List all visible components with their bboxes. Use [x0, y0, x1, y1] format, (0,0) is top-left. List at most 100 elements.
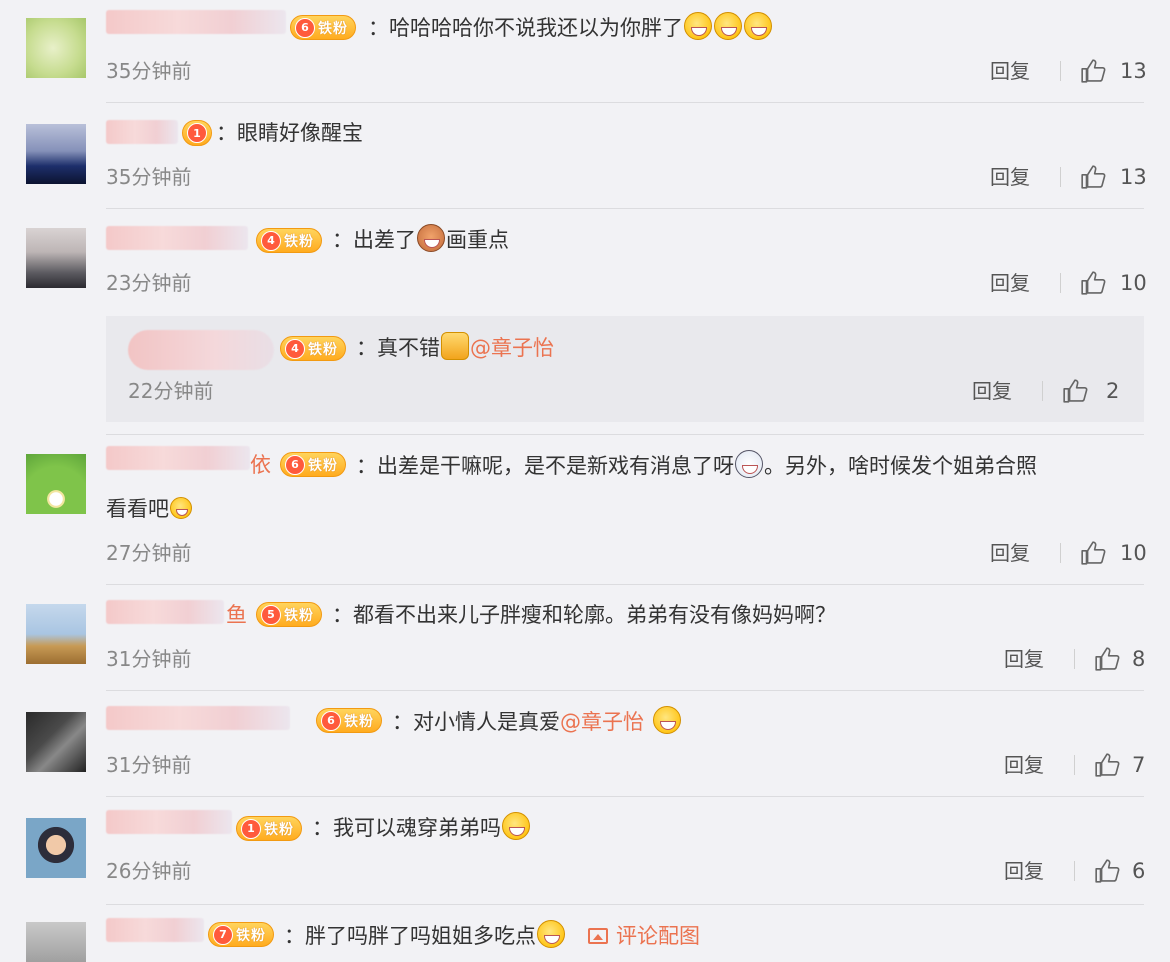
avatar[interactable] — [26, 604, 86, 664]
reply-button[interactable]: 回复 — [972, 378, 1012, 404]
username-blurred[interactable] — [106, 120, 178, 144]
thumbs-up-icon[interactable] — [1080, 58, 1106, 84]
like-count: 6 — [1132, 859, 1146, 883]
username-blurred[interactable] — [128, 330, 274, 370]
laugh-emoji-icon — [653, 706, 681, 734]
separator — [1060, 273, 1061, 293]
reply-button[interactable]: 回复 — [990, 270, 1030, 296]
heart-level-icon: 4 — [285, 338, 305, 359]
comment-text: ：都看不出来儿子胖瘦和轮廓。弟弟有没有像妈妈啊？ — [332, 603, 836, 627]
username-blurred[interactable] — [106, 600, 224, 624]
badge-label: 铁粉 — [236, 927, 266, 944]
reply-button[interactable]: 回复 — [1004, 858, 1044, 884]
fan-badge[interactable]: 6 铁粉 — [316, 708, 382, 733]
like-count: 8 — [1132, 647, 1146, 671]
fan-badge[interactable]: 1 — [182, 120, 212, 146]
divider — [106, 584, 1144, 585]
comment-time: 31分钟前 — [106, 753, 192, 777]
username-blurred[interactable] — [106, 446, 250, 470]
grin-emoji-icon — [537, 920, 565, 948]
grin-emoji-icon — [714, 12, 742, 40]
tom-cat-emoji-icon — [417, 224, 445, 252]
like-count: 13 — [1120, 165, 1147, 189]
divider — [106, 796, 1144, 797]
heart-level-icon: 5 — [261, 604, 281, 625]
comment-time: 26分钟前 — [106, 859, 192, 883]
grin-emoji-icon — [684, 12, 712, 40]
comment-time: 22分钟前 — [128, 379, 214, 403]
comment-text: ：对小情人是真爱@章子怡 — [392, 706, 682, 737]
thumbs-up-icon[interactable] — [1080, 540, 1106, 566]
avatar[interactable] — [26, 922, 86, 962]
thumbs-up-icon[interactable] — [1094, 646, 1120, 672]
separator — [1074, 649, 1075, 669]
heart-level-icon: 7 — [213, 924, 233, 945]
pic-comment-link[interactable]: 评论配图 — [588, 924, 700, 948]
divider — [106, 208, 1144, 209]
fan-badge[interactable]: 5 铁粉 — [256, 602, 322, 627]
heart-level-icon: 6 — [321, 710, 341, 731]
heart-level-icon: 4 — [261, 230, 281, 251]
thumbs-up-emoji-icon — [441, 332, 469, 360]
reply-button[interactable]: 回复 — [1004, 646, 1044, 672]
avatar[interactable] — [26, 818, 86, 878]
comment-text: ：我可以魂穿弟弟吗 — [312, 812, 531, 843]
avatar[interactable] — [26, 124, 86, 184]
comment-time: 35分钟前 — [106, 165, 192, 189]
mention-link[interactable]: @章子怡 — [470, 336, 554, 360]
fan-badge[interactable]: 1 铁粉 — [236, 816, 302, 841]
grin-emoji-icon — [744, 12, 772, 40]
avatar[interactable] — [26, 18, 86, 78]
separator — [1060, 167, 1061, 187]
fan-badge[interactable]: 6 铁粉 — [280, 452, 346, 477]
like-count: 13 — [1120, 59, 1147, 83]
avatar[interactable] — [26, 228, 86, 288]
thumbs-up-icon[interactable] — [1094, 752, 1120, 778]
divider — [106, 690, 1144, 691]
like-count: 7 — [1132, 753, 1146, 777]
badge-label: 铁粉 — [284, 607, 314, 624]
comment-time: 31分钟前 — [106, 647, 192, 671]
reply-button[interactable]: 回复 — [990, 58, 1030, 84]
thumbs-up-icon[interactable] — [1080, 164, 1106, 190]
comment-text: ：出差了 画重点 — [332, 224, 509, 255]
badge-label: 铁粉 — [284, 233, 314, 250]
fan-badge[interactable]: 7 铁粉 — [208, 922, 274, 947]
badge-label: 铁粉 — [264, 821, 294, 838]
fan-badge[interactable]: 4 铁粉 — [280, 336, 346, 361]
fan-badge[interactable]: 4 铁粉 — [256, 228, 322, 253]
sub-reply-text: ：真不错 @章子怡 — [356, 332, 554, 363]
surprised-face-emoji-icon — [735, 450, 763, 478]
comment-time: 35分钟前 — [106, 59, 192, 83]
separator — [1042, 381, 1043, 401]
separator — [1074, 861, 1075, 881]
thumbs-up-icon[interactable] — [1062, 378, 1088, 404]
comment-text: ：出差是干嘛呢，是不是新戏有消息了呀 。另外，啥时候发个姐弟合照 — [356, 450, 1037, 481]
comment-time: 23分钟前 — [106, 271, 192, 295]
picture-icon — [588, 928, 608, 944]
reply-button[interactable]: 回复 — [990, 164, 1030, 190]
comment-text: ：眼睛好像醒宝 — [216, 121, 363, 145]
thumbs-up-icon[interactable] — [1094, 858, 1120, 884]
username-tail[interactable]: 鱼 — [226, 602, 247, 628]
avatar[interactable] — [26, 712, 86, 772]
avatar[interactable] — [26, 454, 86, 514]
username-blurred[interactable] — [106, 918, 204, 942]
mention-link[interactable]: @章子怡 — [560, 710, 644, 734]
fan-badge[interactable]: 6 铁粉 — [290, 15, 356, 40]
reply-button[interactable]: 回复 — [1004, 752, 1044, 778]
username-tail[interactable]: 依 — [250, 452, 271, 478]
badge-label: 铁粉 — [308, 457, 338, 474]
username-blurred[interactable] — [106, 226, 248, 250]
badge-label: 铁粉 — [344, 713, 374, 730]
separator — [1060, 543, 1061, 563]
comment-text-line2: 看看吧 — [106, 494, 193, 524]
username-blurred[interactable] — [106, 706, 290, 730]
comment-time: 27分钟前 — [106, 541, 192, 565]
separator — [1074, 755, 1075, 775]
divider — [106, 434, 1144, 435]
thumbs-up-icon[interactable] — [1080, 270, 1106, 296]
username-blurred[interactable] — [106, 10, 286, 34]
reply-button[interactable]: 回复 — [990, 540, 1030, 566]
username-blurred[interactable] — [106, 810, 232, 834]
